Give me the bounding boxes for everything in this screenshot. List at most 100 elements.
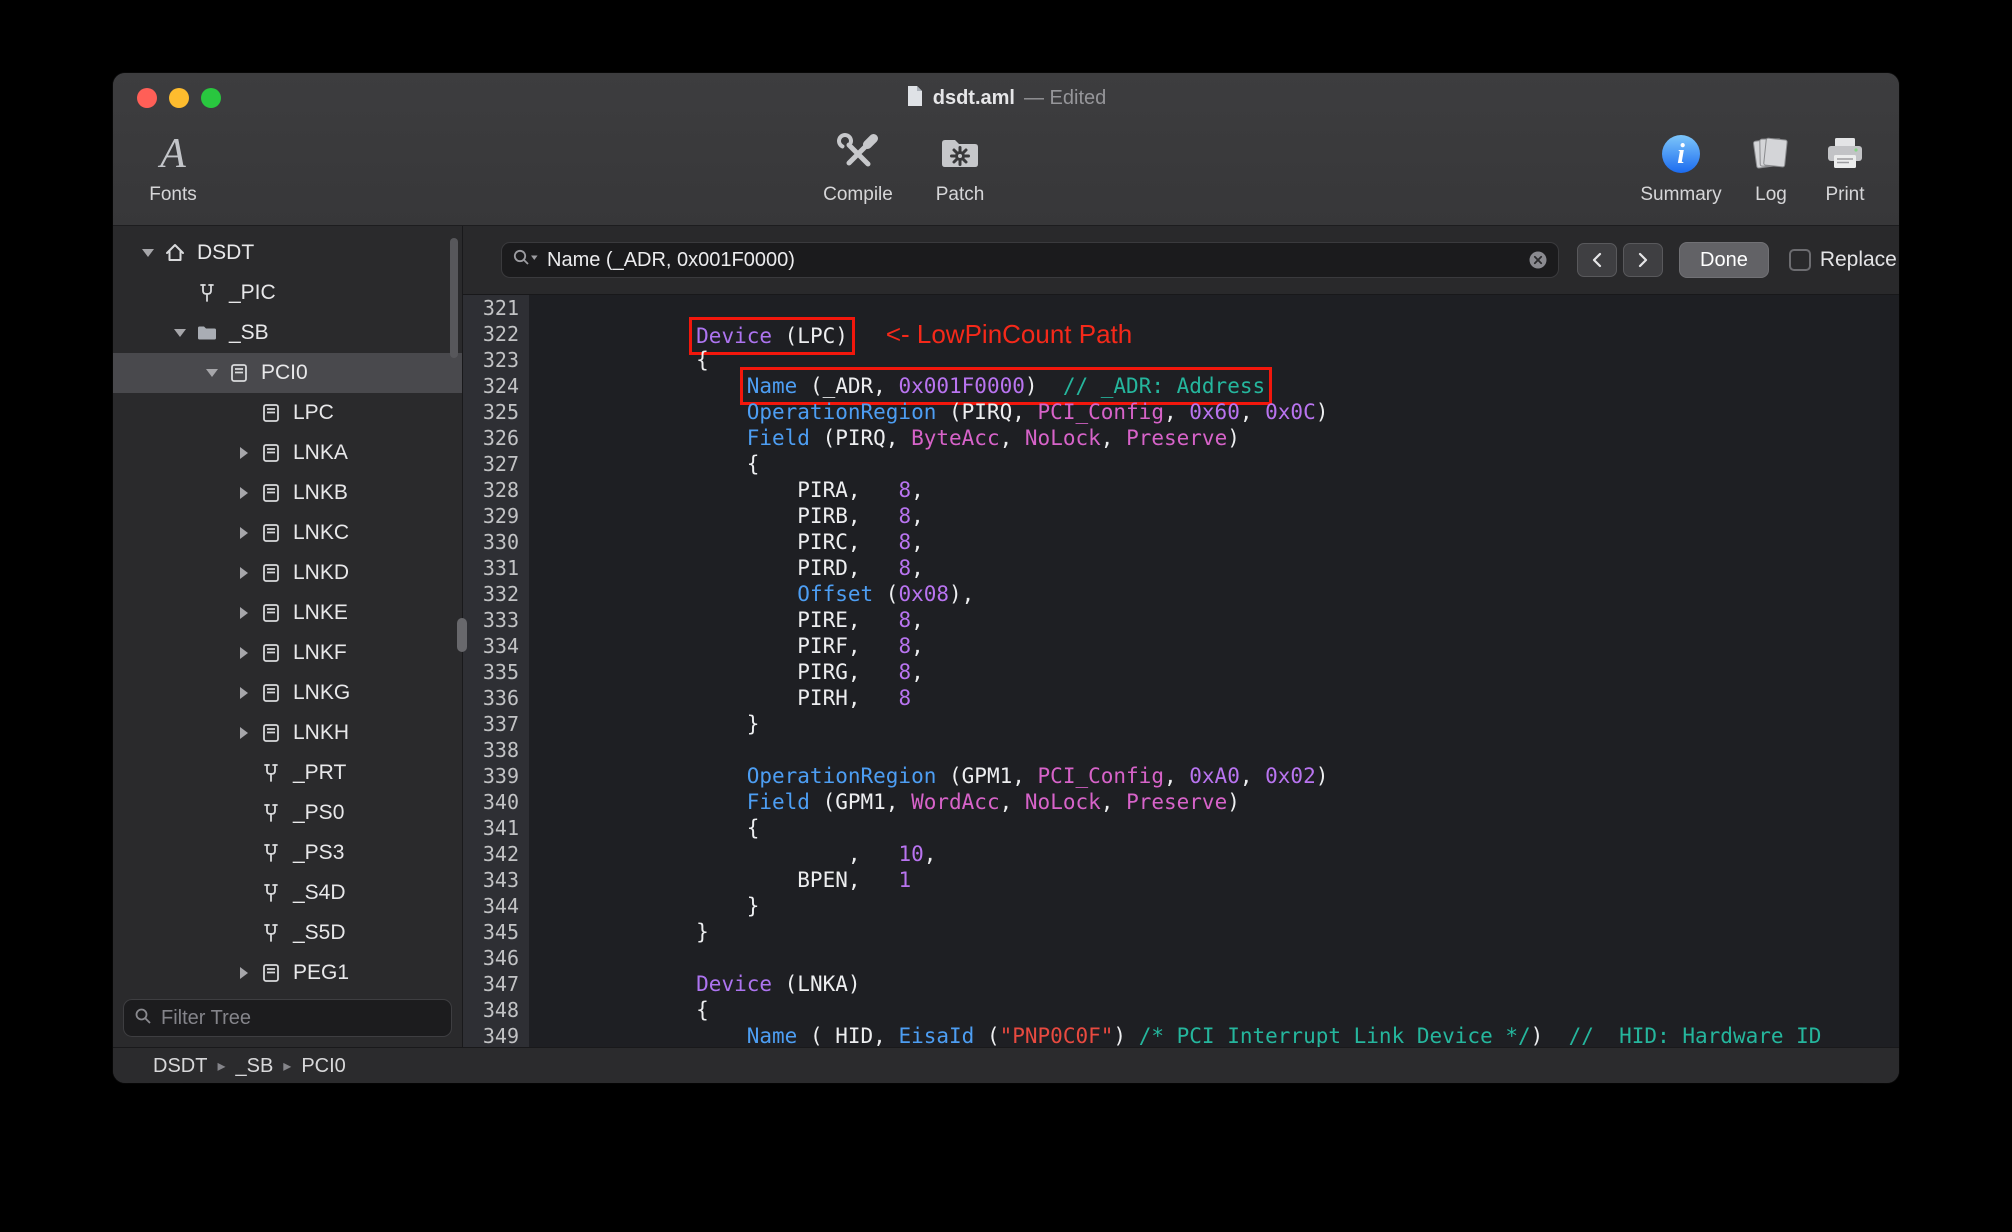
- patch-button[interactable]: Patch: [917, 125, 1003, 206]
- done-button[interactable]: Done: [1679, 242, 1769, 278]
- sidebar-item-label: LNKE: [293, 601, 348, 624]
- disclosure-triangle[interactable]: [231, 487, 257, 499]
- sidebar-scrollbar[interactable]: [450, 238, 458, 358]
- disclosure-triangle[interactable]: [135, 249, 161, 257]
- sidebar-item-lnkb[interactable]: LNKB: [113, 473, 462, 513]
- code-line[interactable]: 340 Field (GPM1, WordAcc, NoLock, Preser…: [463, 789, 1899, 815]
- sidebar-item-s5d[interactable]: _S5D: [113, 913, 462, 953]
- sidebar-item-lnkf[interactable]: LNKF: [113, 633, 462, 673]
- code-line-text: {: [595, 816, 760, 840]
- code-line[interactable]: 322 Device (LPC) <- LowPinCount Path: [463, 317, 1899, 355]
- sidebar-item-lnkc[interactable]: LNKC: [113, 513, 462, 553]
- code-line-text: }: [595, 894, 760, 918]
- search-field[interactable]: [501, 242, 1559, 278]
- zoom-window-button[interactable]: [201, 88, 221, 108]
- method-icon: [257, 762, 285, 784]
- sidebar-item-peg1[interactable]: PEG1: [113, 953, 462, 993]
- filter-tree-field[interactable]: [123, 999, 452, 1037]
- sidebar-item-ps3[interactable]: _PS3: [113, 833, 462, 873]
- code-line[interactable]: 344 }: [463, 893, 1899, 919]
- find-previous-button[interactable]: [1577, 243, 1617, 277]
- disclosure-triangle[interactable]: [231, 567, 257, 579]
- breadcrumb-item-sb[interactable]: _SB: [235, 1055, 273, 1078]
- disclosure-triangle[interactable]: [167, 329, 193, 337]
- find-next-button[interactable]: [1623, 243, 1663, 277]
- code-line[interactable]: 345 }: [463, 919, 1899, 945]
- breadcrumb-item-pci0[interactable]: PCI0: [301, 1055, 345, 1078]
- code-line[interactable]: 347 Device (LNKA): [463, 971, 1899, 997]
- compile-button[interactable]: Compile: [815, 125, 901, 206]
- sidebar-item-lnke[interactable]: LNKE: [113, 593, 462, 633]
- breadcrumb-item-dsdt[interactable]: DSDT: [153, 1055, 207, 1078]
- code-line[interactable]: 337 }: [463, 711, 1899, 737]
- disclosure-triangle[interactable]: [199, 369, 225, 377]
- sidebar-item-lnka[interactable]: LNKA: [113, 433, 462, 473]
- search-input[interactable]: [545, 247, 1522, 273]
- line-number: 336: [463, 685, 529, 711]
- close-window-button[interactable]: [137, 88, 157, 108]
- clear-search-button[interactable]: [1528, 250, 1548, 270]
- sidebar-item-ps0[interactable]: _PS0: [113, 793, 462, 833]
- disclosure-triangle[interactable]: [231, 647, 257, 659]
- device-icon: [225, 362, 253, 384]
- sidebar-item-sb[interactable]: _SB: [113, 313, 462, 353]
- sidebar-item-pic[interactable]: _PIC: [113, 273, 462, 313]
- sidebar-item-pci0[interactable]: PCI0: [113, 353, 462, 393]
- code-line[interactable]: 339 OperationRegion (GPM1, PCI_Config, 0…: [463, 763, 1899, 789]
- search-scope-icon[interactable]: [512, 248, 539, 273]
- document-title: dsdt.aml: [932, 86, 1015, 109]
- sidebar-item-prt[interactable]: _PRT: [113, 753, 462, 793]
- disclosure-triangle[interactable]: [231, 607, 257, 619]
- sidebar-item-lnkd[interactable]: LNKD: [113, 553, 462, 593]
- code-line[interactable]: 334 PIRF, 8,: [463, 633, 1899, 659]
- code-line[interactable]: 333 PIRE, 8,: [463, 607, 1899, 633]
- code-line[interactable]: 335 PIRG, 8,: [463, 659, 1899, 685]
- split-divider-handle[interactable]: [457, 618, 467, 652]
- code-editor[interactable]: 321 322 Device (LPC) <- LowPinCount Path 3…: [463, 295, 1899, 1047]
- code-line[interactable]: 336 PIRH, 8: [463, 685, 1899, 711]
- code-line[interactable]: 348 {: [463, 997, 1899, 1023]
- disclosure-triangle[interactable]: [231, 447, 257, 459]
- code-line-text: }: [595, 920, 709, 944]
- code-line[interactable]: 332 Offset (0x08),: [463, 581, 1899, 607]
- disclosure-triangle[interactable]: [231, 527, 257, 539]
- code-line[interactable]: 338: [463, 737, 1899, 763]
- summary-button[interactable]: i Summary: [1633, 125, 1729, 206]
- device-icon: [257, 442, 285, 464]
- print-icon: [1822, 125, 1868, 183]
- disclosure-triangle[interactable]: [231, 687, 257, 699]
- sidebar-item-s4d[interactable]: _S4D: [113, 873, 462, 913]
- filter-tree-input[interactable]: [159, 1005, 441, 1031]
- code-line[interactable]: 346: [463, 945, 1899, 971]
- document-proxy-icon[interactable]: [906, 85, 924, 112]
- sidebar-item-lnkg[interactable]: LNKG: [113, 673, 462, 713]
- code-line[interactable]: 331 PIRD, 8,: [463, 555, 1899, 581]
- code-line[interactable]: 349 Name (_HID, EisaId ("PNP0C0F") /* PC…: [463, 1023, 1899, 1047]
- code-line[interactable]: 342 , 10,: [463, 841, 1899, 867]
- minimize-window-button[interactable]: [169, 88, 189, 108]
- code-line[interactable]: 321: [463, 295, 1899, 321]
- code-line[interactable]: 323 {: [463, 347, 1899, 373]
- window-titlebar[interactable]: dsdt.aml — Edited: [113, 73, 1899, 123]
- code-line[interactable]: 324 Name (_ADR, 0x001F0000) // _ADR: Add…: [463, 367, 1899, 405]
- print-button[interactable]: Print: [1813, 125, 1877, 206]
- replace-label: Replace: [1819, 248, 1897, 271]
- fonts-button[interactable]: A Fonts: [135, 125, 211, 206]
- log-button[interactable]: Log: [1739, 125, 1803, 206]
- disclosure-triangle[interactable]: [231, 967, 257, 979]
- code-line[interactable]: 341 {: [463, 815, 1899, 841]
- disclosure-triangle[interactable]: [231, 727, 257, 739]
- replace-checkbox[interactable]: [1788, 249, 1811, 271]
- code-line[interactable]: 330 PIRC, 8,: [463, 529, 1899, 555]
- code-line[interactable]: 326 Field (PIRQ, ByteAcc, NoLock, Preser…: [463, 425, 1899, 451]
- code-line[interactable]: 327 {: [463, 451, 1899, 477]
- code-line[interactable]: 325 OperationRegion (PIRQ, PCI_Config, 0…: [463, 399, 1899, 425]
- code-line[interactable]: 343 BPEN, 1: [463, 867, 1899, 893]
- sidebar-item-lnkh[interactable]: LNKH: [113, 713, 462, 753]
- code-line[interactable]: 328 PIRA, 8,: [463, 477, 1899, 503]
- sidebar-item-lpc[interactable]: LPC: [113, 393, 462, 433]
- sidebar-item-dsdt[interactable]: DSDT: [113, 233, 462, 273]
- line-number: 331: [463, 555, 529, 581]
- code-line[interactable]: 329 PIRB, 8,: [463, 503, 1899, 529]
